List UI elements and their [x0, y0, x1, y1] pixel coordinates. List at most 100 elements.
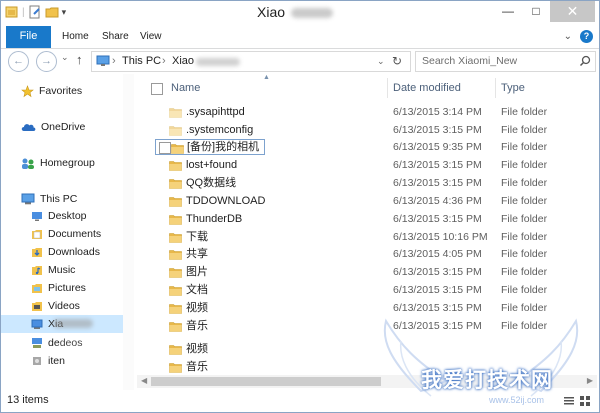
- maximize-button[interactable]: □: [522, 1, 550, 22]
- horizontal-scrollbar[interactable]: ◀ ▶: [137, 375, 597, 388]
- nav-homegroup[interactable]: Homegroup: [1, 154, 123, 172]
- tab-home[interactable]: Home: [62, 26, 89, 48]
- file-date: 6/13/2015 10:16 PM: [393, 230, 488, 243]
- properties-icon[interactable]: [28, 5, 42, 19]
- nav-favorites[interactable]: Favorites: [1, 82, 123, 100]
- nav-this-pc[interactable]: This PC: [1, 190, 123, 208]
- breadcrumb-current-folder[interactable]: Xiao: [172, 52, 194, 71]
- nav-device[interactable]: Xia: [1, 315, 123, 333]
- file-type: File folder: [501, 284, 548, 296]
- file-row[interactable]: 视频 6/13/2015 3:15 PM File folder: [149, 300, 597, 317]
- forward-button[interactable]: →: [36, 51, 57, 72]
- column-header-name[interactable]: Name: [171, 74, 200, 102]
- media-device-icon: [33, 357, 41, 365]
- file-type: File folder: [501, 140, 548, 153]
- select-all-checkbox[interactable]: [151, 83, 163, 95]
- new-folder-icon[interactable]: [45, 5, 59, 19]
- portable-device-icon: [31, 319, 43, 329]
- nav-pictures[interactable]: Pictures: [1, 279, 123, 297]
- nav-music[interactable]: Music: [1, 261, 123, 279]
- file-date: 6/13/2015 3:15 PM: [393, 284, 482, 296]
- qat-customize-icon[interactable]: ▾: [62, 7, 67, 18]
- explorer-window-icon[interactable]: [5, 5, 19, 19]
- close-button[interactable]: ✕: [550, 1, 595, 22]
- nav-desktop[interactable]: Desktop: [1, 207, 123, 225]
- network-drive-icon: [32, 338, 42, 348]
- column-header-type[interactable]: Type: [501, 74, 525, 102]
- file-row[interactable]: .systemconfig 6/13/2015 3:15 PM File folde…: [149, 122, 597, 139]
- column-header-date[interactable]: Date modified: [393, 74, 461, 102]
- file-row[interactable]: lost+found 6/13/2015 3:15 PM File folder: [149, 157, 597, 174]
- scrollbar-thumb[interactable]: [151, 377, 381, 386]
- file-name: 音乐: [186, 361, 208, 374]
- minimize-button[interactable]: —: [494, 1, 522, 22]
- navigation-pane-scrollbar[interactable]: [123, 74, 134, 390]
- nav-other-item[interactable]: iten: [1, 352, 123, 370]
- recent-locations-icon[interactable]: ⌄: [61, 52, 69, 63]
- address-redaction: [196, 58, 240, 66]
- nav-downloads[interactable]: Downloads: [1, 243, 123, 261]
- breadcrumb-separator-2: ›: [162, 55, 166, 67]
- refresh-icon[interactable]: ↻: [392, 52, 402, 71]
- column-divider[interactable]: [495, 78, 496, 98]
- back-button[interactable]: ←: [8, 51, 29, 72]
- file-date: 6/13/2015 3:15 PM: [393, 123, 482, 136]
- status-bar: 13 items: [1, 390, 599, 412]
- file-row[interactable]: 文档 6/13/2015 3:15 PM File folder: [149, 282, 597, 299]
- file-date: 6/13/2015 3:15 PM: [393, 266, 482, 279]
- nav-other-device-label: de: [48, 337, 60, 349]
- help-icon[interactable]: ?: [580, 30, 593, 43]
- expand-ribbon-icon[interactable]: ⌄: [564, 31, 572, 42]
- scroll-right-icon[interactable]: ▶: [587, 376, 593, 385]
- column-divider[interactable]: [387, 78, 388, 98]
- file-date: 6/13/2015 3:15 PM: [393, 177, 482, 190]
- file-row[interactable]: 音乐 6/13/2015 3:15 PM File folder: [149, 318, 597, 335]
- tab-file[interactable]: File: [6, 26, 51, 48]
- folder-icon: [169, 161, 182, 172]
- folder-icon: [169, 232, 182, 243]
- nav-videos[interactable]: Videos: [1, 297, 123, 315]
- file-row[interactable]: 共享 6/13/2015 4:05 PM File folder: [149, 246, 597, 263]
- file-row[interactable]: 视频: [149, 341, 597, 358]
- folder-icon: [169, 268, 182, 278]
- window-controls: — □ ✕: [494, 1, 595, 22]
- up-button[interactable]: ↑: [76, 52, 83, 67]
- navigation-pane: Favorites OneDrive Homegroup This PC Des…: [1, 74, 123, 390]
- focus-frame: [155, 138, 265, 155]
- file-row[interactable]: 图片 6/13/2015 3:15 PM File folder: [149, 264, 597, 281]
- tab-view[interactable]: View: [140, 26, 162, 48]
- file-row[interactable]: QQ数据线 6/13/2015 3:15 PM File folder: [149, 175, 597, 192]
- large-icons-view-icon[interactable]: [579, 395, 591, 407]
- folder-icon: [169, 108, 182, 118]
- nav-documents-label: Documents: [48, 228, 102, 240]
- file-type: File folder: [501, 319, 548, 332]
- folder-icon: [169, 363, 182, 373]
- tab-share[interactable]: Share: [102, 26, 129, 48]
- pictures-icon: [32, 284, 42, 293]
- address-dropdown-icon[interactable]: ⌄: [377, 52, 385, 71]
- file-name: .systemconfig: [186, 123, 254, 136]
- title-redaction: [291, 8, 333, 18]
- nav-documents[interactable]: Documents: [1, 225, 123, 243]
- file-row[interactable]: 下载 6/13/2015 10:16 PM File folder: [149, 229, 597, 246]
- breadcrumb-this-pc[interactable]: This PC: [122, 52, 161, 71]
- address-bar[interactable]: › This PC › Xiao ⌄ ↻: [91, 51, 411, 72]
- file-name: 图片: [186, 266, 208, 279]
- file-row[interactable]: ThunderDB 6/13/2015 3:15 PM File folder: [149, 211, 597, 228]
- sort-arrow-icon: ▲: [263, 74, 270, 81]
- explorer-window: | ▾ Xiao — □ ✕ File Home Share View ⌄ ? …: [0, 0, 600, 413]
- search-input[interactable]: [422, 53, 572, 69]
- scroll-left-icon[interactable]: ◀: [141, 376, 147, 385]
- nav-downloads-label: Downloads: [48, 246, 100, 258]
- nav-other-device[interactable]: de deos: [1, 334, 123, 352]
- file-name: ThunderDB: [186, 212, 243, 225]
- file-row[interactable]: 音乐: [149, 359, 597, 376]
- details-view-icon[interactable]: [563, 395, 575, 407]
- nav-onedrive[interactable]: OneDrive: [1, 118, 123, 136]
- view-switcher: [563, 395, 591, 407]
- file-row[interactable]: TDDOWNLOAD 6/13/2015 4:36 PM File folder: [149, 193, 597, 210]
- file-row[interactable]: [备份]我的相机 6/13/2015 9:35 PM File folder: [149, 138, 589, 155]
- file-row[interactable]: .sysapihttpd 6/13/2015 3:14 PM File folder: [149, 104, 597, 121]
- nav-desktop-label: Desktop: [48, 210, 87, 222]
- search-icon[interactable]: [579, 55, 591, 67]
